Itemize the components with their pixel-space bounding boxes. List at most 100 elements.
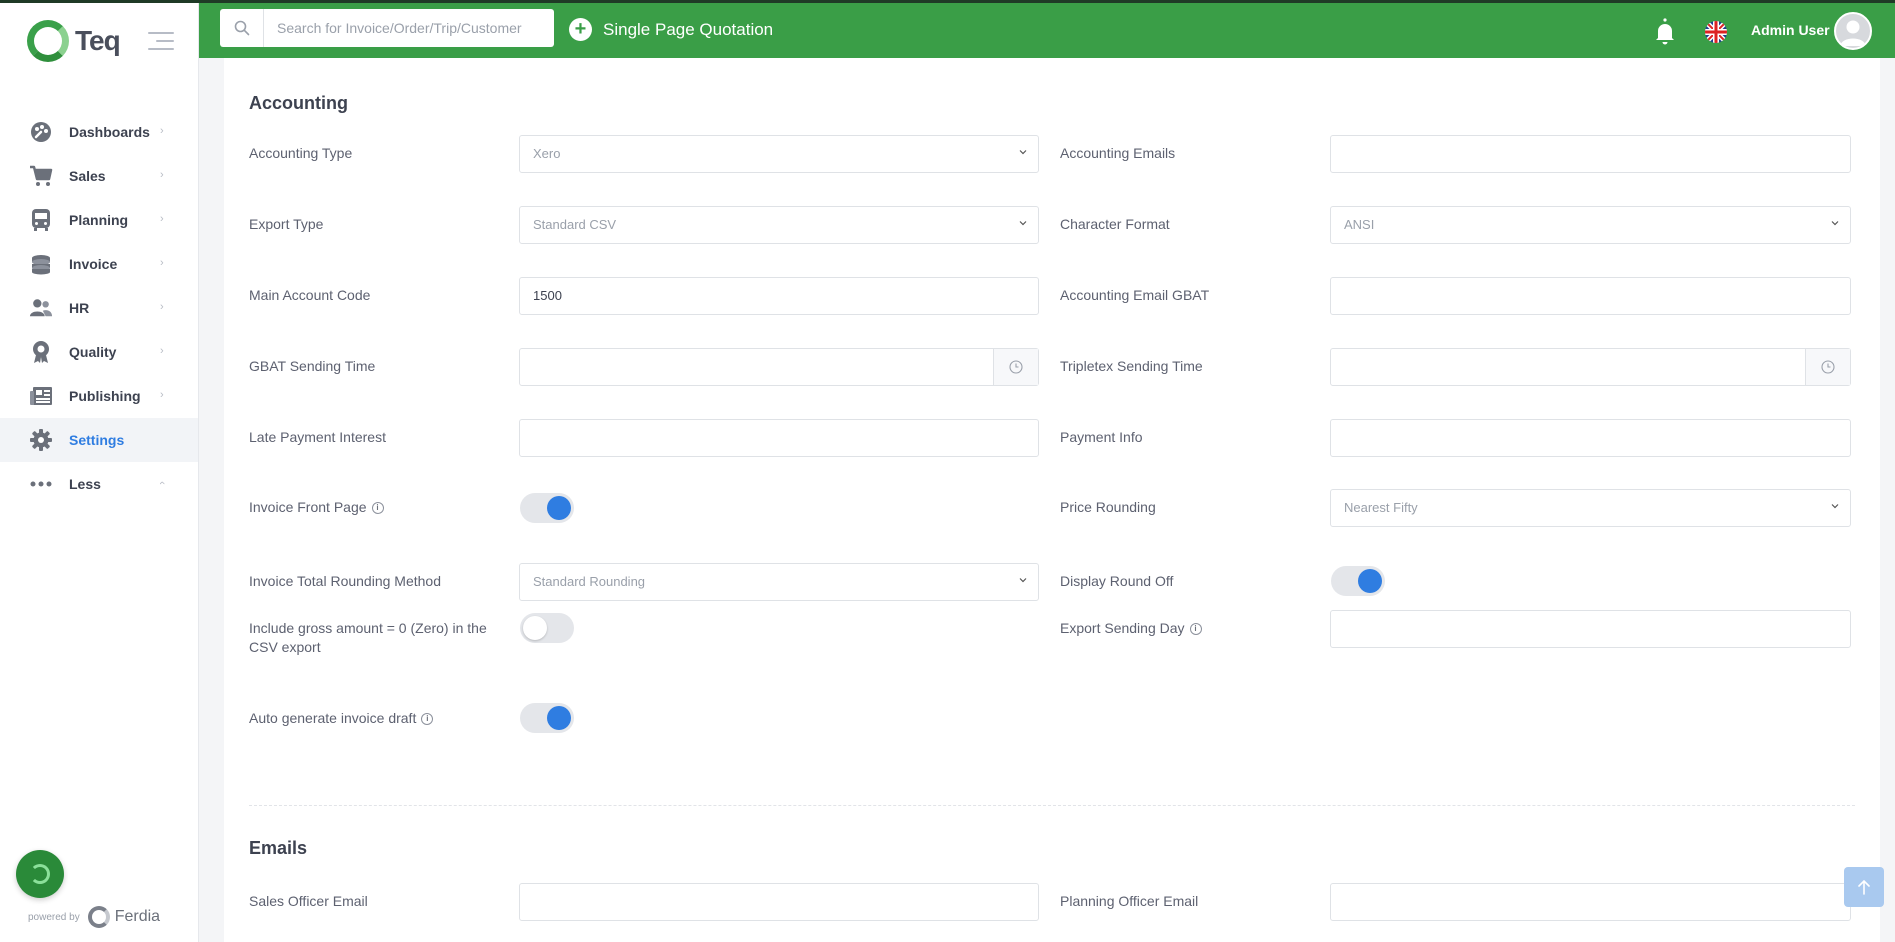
sidebar-item-label: Sales (69, 168, 106, 184)
info-icon[interactable]: i (371, 502, 384, 515)
sidebar-item-label: HR (69, 300, 90, 316)
sidebar-item-less[interactable]: Less ‹ (0, 462, 198, 506)
chevron-down-icon (1019, 221, 1027, 226)
include-gross-zero-toggle[interactable] (520, 613, 574, 643)
logo-text: Teq (75, 25, 121, 56)
info-icon[interactable]: i (421, 713, 434, 726)
price-rounding-select[interactable]: Nearest Fifty (1330, 489, 1851, 527)
display-round-off-label: Display Round Off (1060, 573, 1174, 589)
planning-officer-email-field[interactable] (1330, 883, 1851, 921)
payment-info-field[interactable] (1330, 419, 1851, 457)
main-account-code-label: Main Account Code (249, 287, 371, 303)
sidebar-item-label: Invoice (69, 256, 118, 272)
auto-generate-draft-toggle[interactable] (520, 703, 574, 733)
chevron-down-icon (1831, 221, 1839, 226)
search-icon[interactable] (220, 9, 264, 47)
main-account-code-field[interactable]: 1500 (519, 277, 1039, 315)
gbat-sending-time-label: GBAT Sending Time (249, 358, 376, 374)
search-box (220, 9, 554, 47)
export-sending-day-field[interactable] (1330, 610, 1851, 648)
accounting-email-gbat-label: Accounting Email GBAT (1060, 287, 1210, 303)
clock-icon[interactable] (1805, 349, 1850, 385)
chevron-right-icon: › (160, 345, 164, 357)
chevron-right-icon: › (160, 257, 164, 269)
ferdia-logo-icon (87, 906, 110, 928)
top-accent-line (0, 0, 1895, 3)
invoice-front-page-label: Invoice Front Page i (249, 498, 384, 517)
accounting-email-gbat-field[interactable] (1330, 277, 1851, 315)
late-payment-interest-label: Late Payment Interest (249, 429, 386, 445)
top-bar: + Single Page Quotation Admin User (199, 3, 1895, 58)
plus-circle-icon: + (569, 18, 592, 41)
sidebar-item-label: Quality (69, 344, 117, 360)
export-type-label: Export Type (249, 216, 324, 232)
logo-mark-icon (27, 20, 69, 62)
coins-icon (29, 252, 53, 276)
sidebar-item-settings[interactable]: Settings (0, 418, 198, 462)
sidebar: Teq Dashboards › Sales › Planning › Invo… (0, 0, 199, 942)
sidebar-item-label: Settings (69, 432, 125, 448)
sales-officer-email-field[interactable] (519, 883, 1039, 921)
settings-card: Accounting Accounting Type Xero Accounti… (224, 58, 1880, 942)
chevron-right-icon: › (160, 213, 164, 225)
character-format-value: ANSI (1344, 217, 1375, 232)
invoice-front-page-text: Invoice Front Page (249, 499, 367, 515)
sidebar-item-sales[interactable]: Sales › (0, 154, 198, 198)
character-format-select[interactable]: ANSI (1330, 206, 1851, 244)
newspaper-icon (29, 384, 53, 408)
user-avatar-icon[interactable] (1834, 12, 1872, 50)
dots-icon (29, 472, 53, 496)
accounting-type-select[interactable]: Xero (519, 135, 1039, 173)
powered-by-text: powered by (28, 911, 80, 923)
search-input[interactable] (264, 10, 549, 46)
invoice-total-rounding-select[interactable]: Standard Rounding (519, 563, 1039, 601)
late-payment-interest-field[interactable] (519, 419, 1039, 457)
scroll-to-top-button[interactable] (1844, 867, 1884, 907)
sidebar-nav: Dashboards › Sales › Planning › Invoice … (0, 110, 198, 506)
sidebar-item-planning[interactable]: Planning › (0, 198, 198, 242)
price-rounding-value: Nearest Fifty (1344, 500, 1418, 515)
sales-officer-email-label: Sales Officer Email (249, 893, 368, 909)
display-round-off-toggle[interactable] (1331, 566, 1385, 596)
planning-officer-email-label: Planning Officer Email (1060, 893, 1199, 909)
accounting-type-value: Xero (533, 146, 561, 161)
sidebar-item-publishing[interactable]: Publishing › (0, 374, 198, 418)
tripletex-sending-time-field[interactable] (1330, 348, 1851, 386)
spinner-icon (30, 864, 50, 884)
ferdia-brand: Ferdia (114, 908, 161, 925)
user-name[interactable]: Admin User (1751, 22, 1830, 38)
auto-generate-draft-text: Auto generate invoice draft (249, 710, 417, 726)
export-sending-day-label: Export Sending Day i (1060, 619, 1202, 638)
accounting-type-label: Accounting Type (249, 145, 353, 161)
gear-icon (29, 428, 53, 452)
invoice-front-page-toggle[interactable] (520, 493, 574, 523)
export-type-value: Standard CSV (533, 217, 617, 232)
sidebar-item-label: Less (69, 476, 101, 492)
sidebar-item-hr[interactable]: HR › (0, 286, 198, 330)
chevron-right-icon: › (160, 301, 164, 313)
invoice-total-rounding-value: Standard Rounding (533, 574, 646, 589)
cart-icon (29, 164, 53, 188)
sidebar-item-invoice[interactable]: Invoice › (0, 242, 198, 286)
uk-flag-icon[interactable] (1705, 21, 1727, 43)
single-page-quotation-button[interactable]: + Single Page Quotation (569, 18, 773, 41)
bell-icon[interactable] (1653, 17, 1677, 52)
bus-icon (29, 208, 53, 232)
sidebar-item-dashboards[interactable]: Dashboards › (0, 110, 198, 154)
powered-by: powered by Ferdia (28, 906, 160, 928)
info-icon[interactable]: i (1189, 623, 1202, 636)
hamburger-menu-icon[interactable] (148, 32, 174, 56)
character-format-label: Character Format (1060, 216, 1170, 232)
accounting-emails-field[interactable] (1330, 135, 1851, 173)
assistant-fab-button[interactable] (16, 850, 64, 898)
chevron-right-icon: › (160, 389, 164, 401)
section-divider (249, 805, 1855, 806)
invoice-total-rounding-label: Invoice Total Rounding Method (249, 573, 441, 589)
chevron-up-icon: ‹ (155, 481, 168, 485)
export-type-select[interactable]: Standard CSV (519, 206, 1039, 244)
gbat-sending-time-field[interactable] (519, 348, 1039, 386)
app-logo[interactable]: Teq (27, 20, 121, 62)
chevron-right-icon: › (160, 169, 164, 181)
sidebar-item-quality[interactable]: Quality › (0, 330, 198, 374)
clock-icon[interactable] (993, 349, 1038, 385)
